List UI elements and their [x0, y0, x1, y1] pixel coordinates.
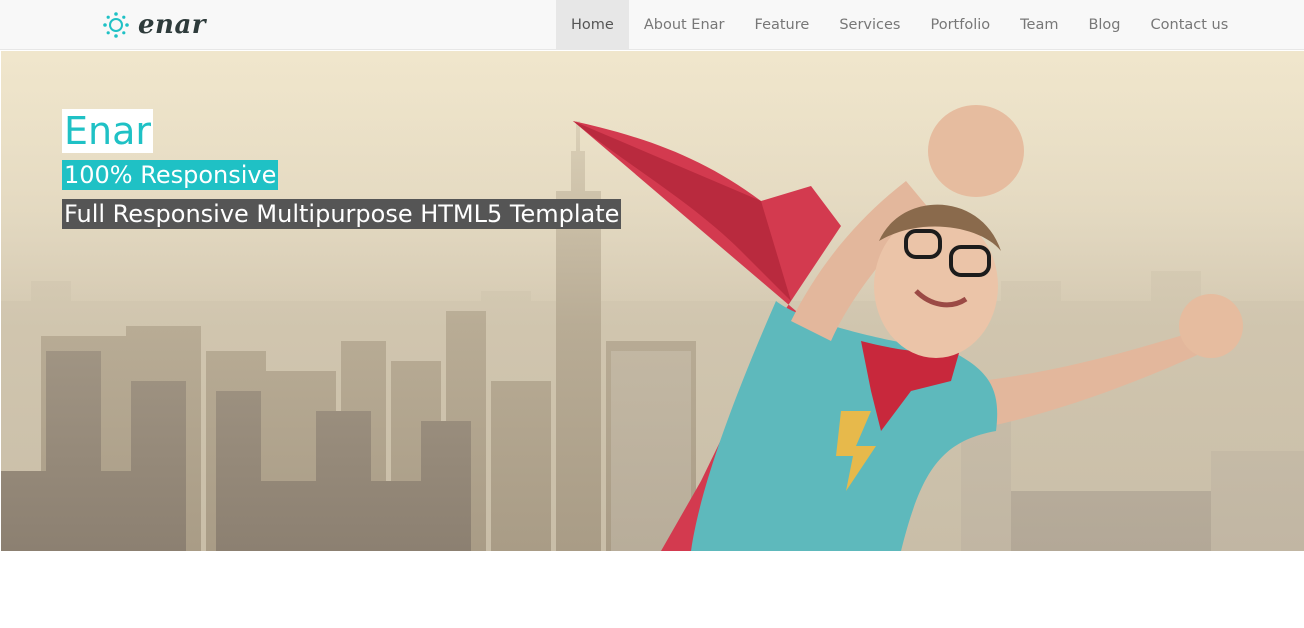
sun-dots-icon	[103, 12, 129, 38]
hero-caption: Enar 100% Responsive Full Responsive Mul…	[62, 109, 622, 229]
nav-item-team[interactable]: Team	[1005, 0, 1073, 50]
hero-subtitle: 100% Responsive	[62, 160, 279, 190]
hero-title: Enar	[62, 109, 154, 153]
nav-item-about-enar[interactable]: About Enar	[629, 0, 740, 50]
main-nav: Home About Enar Feature Services Portfol…	[556, 0, 1243, 50]
nav-item-contact-us[interactable]: Contact us	[1136, 0, 1244, 50]
nav-item-feature[interactable]: Feature	[740, 0, 825, 50]
brand-name: enar	[138, 10, 206, 40]
nav-item-blog[interactable]: Blog	[1073, 0, 1135, 50]
top-navbar: enar Home About Enar Feature Services Po…	[0, 0, 1304, 50]
nav-item-services[interactable]: Services	[824, 0, 915, 50]
nav-item-home[interactable]: Home	[556, 0, 629, 50]
brand-logo[interactable]: enar	[102, 8, 206, 42]
hero-slider: Enar 100% Responsive Full Responsive Mul…	[1, 51, 1304, 551]
nav-item-portfolio[interactable]: Portfolio	[915, 0, 1005, 50]
hero-description: Full Responsive Multipurpose HTML5 Templ…	[62, 199, 622, 229]
